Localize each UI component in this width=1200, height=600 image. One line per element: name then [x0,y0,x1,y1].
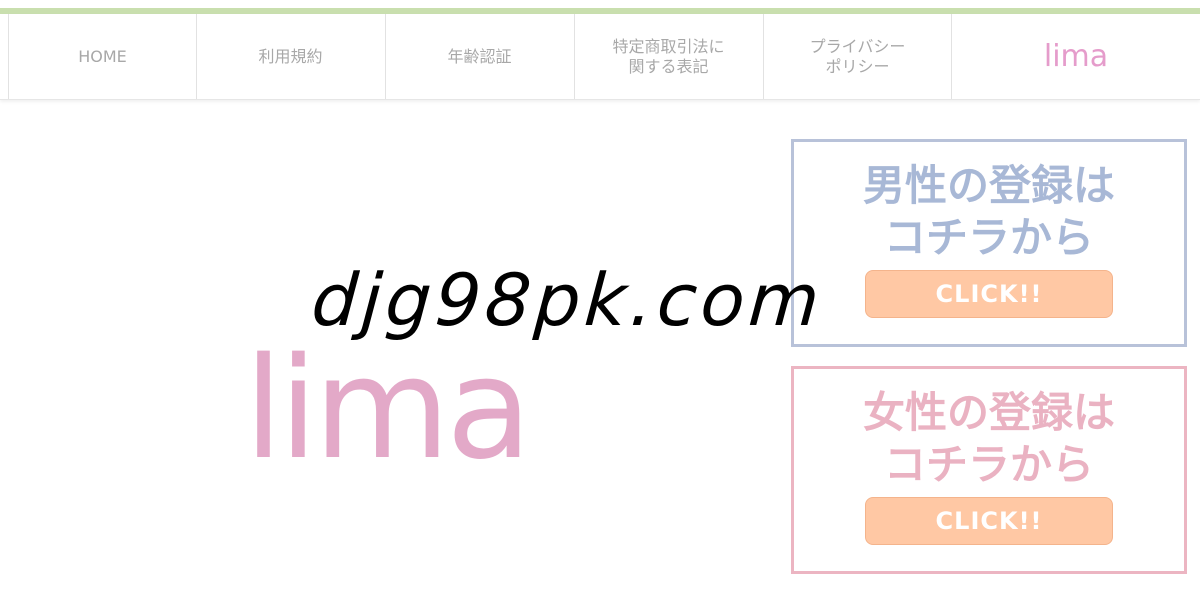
male-click-button[interactable]: CLICK!! [865,270,1113,318]
nav-commercial-law[interactable]: 特定商取引法に 関する表記 [574,14,762,99]
nav-privacy-policy[interactable]: プライバシー ポリシー [763,14,951,99]
male-register-title: 男性の登録は コチラから [862,161,1115,262]
female-register-banner[interactable]: 女性の登録は コチラから CLICK!! [791,366,1187,574]
nav-home[interactable]: HOME [8,14,196,99]
nav-terms[interactable]: 利用規約 [196,14,384,99]
main-nav: HOME 利用規約 年齢認証 特定商取引法に 関する表記 プライバシー ポリシー… [0,14,1200,100]
male-register-banner[interactable]: 男性の登録は コチラから CLICK!! [791,139,1187,347]
hero-logo: lima [244,328,532,491]
nav-age-verification[interactable]: 年齢認証 [385,14,573,99]
female-register-title: 女性の登録は コチラから [862,388,1115,489]
watermark-text: djg98pk.com [309,258,827,342]
nav-logo[interactable]: lima [951,14,1200,99]
female-click-button[interactable]: CLICK!! [865,497,1113,545]
